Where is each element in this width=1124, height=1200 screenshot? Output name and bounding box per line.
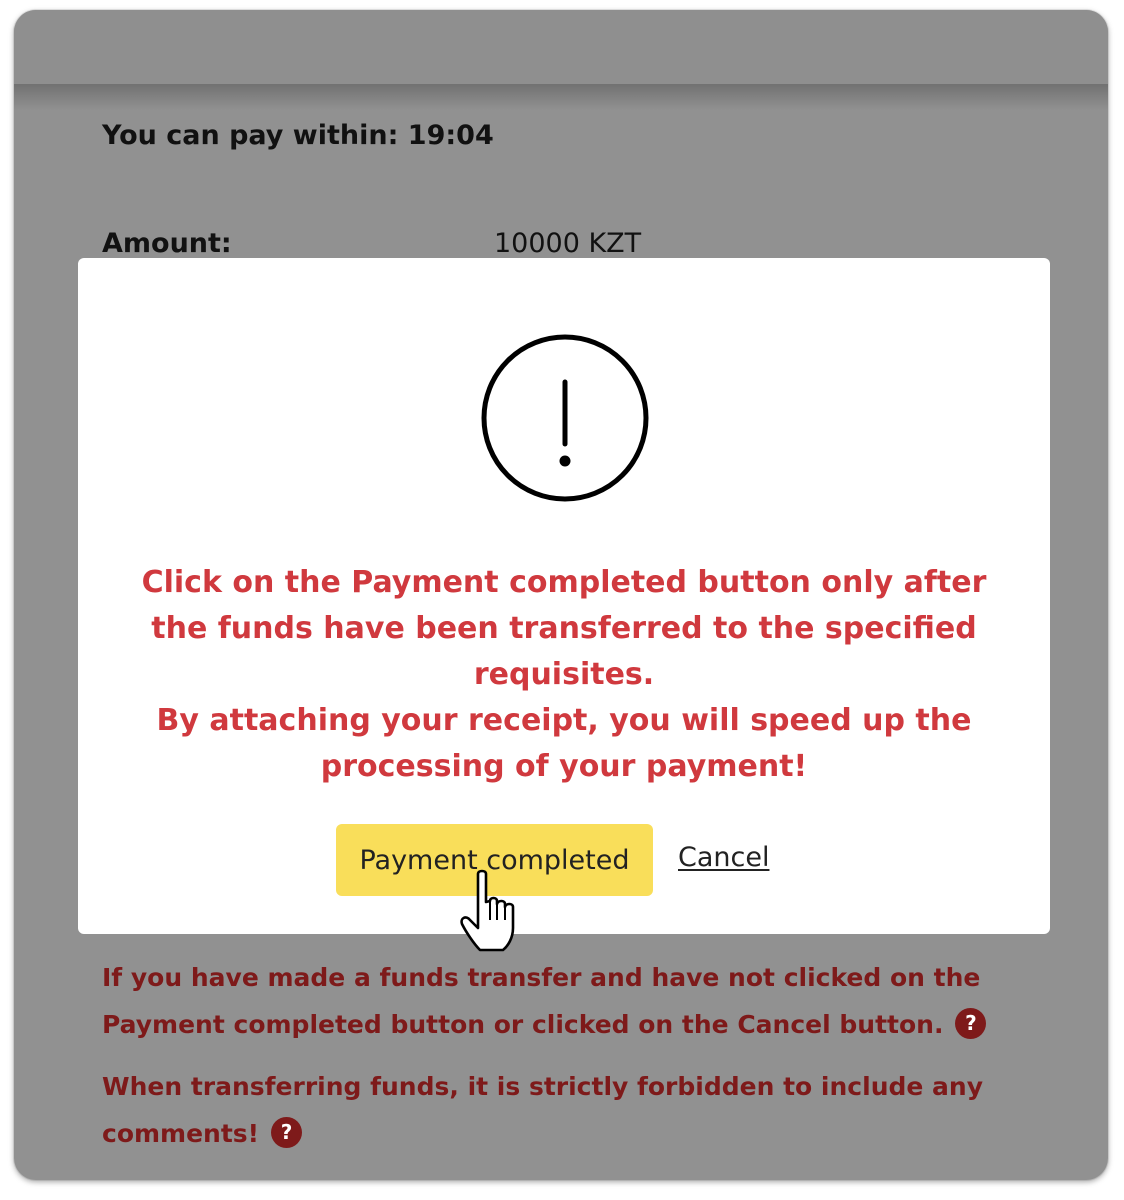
dialog-message: Click on the Payment completed button on… <box>138 560 990 790</box>
amount-value: 10000 KZT <box>494 228 642 259</box>
dialog-message-line1: Click on the Payment completed button on… <box>141 565 987 692</box>
payment-timer: You can pay within: 19:04 <box>102 120 494 151</box>
exclamation-circle-icon <box>481 334 649 502</box>
confirmation-dialog: Click on the Payment completed button on… <box>78 258 1050 934</box>
transfer-note-text: If you have made a funds transfer and ha… <box>102 963 981 1039</box>
help-icon[interactable]: ? <box>955 1007 987 1039</box>
comments-note-text: When transferring funds, it is strictly … <box>102 1072 984 1148</box>
transfer-note: If you have made a funds transfer and ha… <box>102 954 1002 1048</box>
dialog-message-line2: By attaching your receipt, you will spee… <box>156 703 972 784</box>
help-icon[interactable]: ? <box>271 1116 303 1148</box>
amount-label: Amount: <box>102 228 232 259</box>
comments-note: When transferring funds, it is strictly … <box>102 1063 1002 1157</box>
hand-pointer-icon <box>460 869 515 952</box>
header-shadow <box>14 84 1108 110</box>
window-header <box>14 10 1108 84</box>
cancel-button[interactable]: Cancel <box>678 842 769 873</box>
